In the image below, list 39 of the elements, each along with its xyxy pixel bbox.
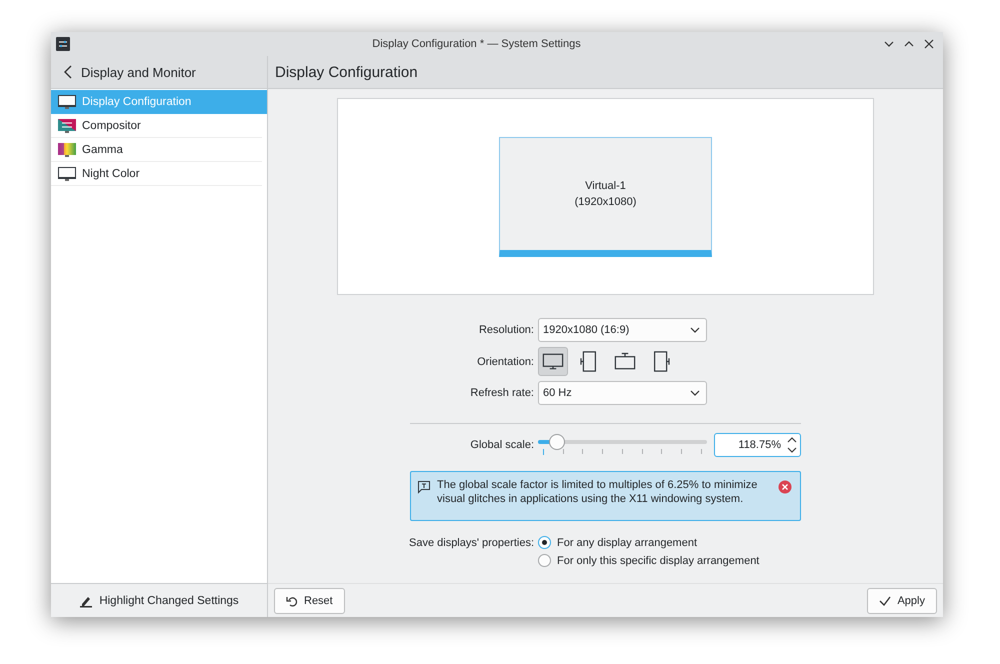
sidebar-item[interactable]: Compositor <box>51 114 262 138</box>
app-icon <box>56 37 70 51</box>
orientation-button[interactable] <box>538 347 568 376</box>
info-icon <box>417 480 431 494</box>
close-icon[interactable] <box>778 480 792 494</box>
page-title: Display Configuration <box>275 64 418 80</box>
caret-icon[interactable] <box>690 390 700 396</box>
radio-label[interactable]: For any display arrangement <box>557 536 698 548</box>
field-label: Refresh rate: <box>470 387 534 399</box>
scale-spinbox[interactable]: 118.75% <box>714 433 801 457</box>
monitor-icon <box>58 94 76 109</box>
undo-icon[interactable] <box>286 594 298 606</box>
message-text: The global scale factor is limited to multiples of 6.25% to minimize visual glitches in applications using the X11 windowing system. <box>437 478 758 506</box>
gamma-icon <box>58 142 76 157</box>
check-icon[interactable] <box>879 594 892 606</box>
dropdown[interactable]: 1920x1080 (16:9) <box>538 318 707 342</box>
field-label: Global scale: <box>470 439 534 451</box>
field-label: Orientation: <box>477 356 534 368</box>
field-label: Save displays' properties: <box>409 537 534 549</box>
back-icon[interactable] <box>63 65 73 79</box>
output-screen[interactable]: Virtual-1 (1920x1080) <box>499 136 712 256</box>
apply-button[interactable]: Apply <box>867 588 937 614</box>
monitor-icon <box>58 166 76 181</box>
close-icon[interactable] <box>923 38 935 50</box>
output-mode: (1920x1080) <box>574 196 636 208</box>
output-name: Virtual-1 <box>585 180 626 192</box>
reset-button[interactable]: Reset <box>274 588 345 614</box>
scale-slider[interactable] <box>538 433 707 457</box>
caret-icon[interactable] <box>690 327 700 333</box>
sidebar-item[interactable]: Night Color <box>51 162 262 186</box>
field-label: Resolution: <box>478 324 534 336</box>
radio-button[interactable] <box>538 536 551 549</box>
radio-label[interactable]: For only this specific display arrangement <box>557 554 760 566</box>
radio-button[interactable] <box>538 554 551 567</box>
window-title: Display Configuration * — System Settings <box>371 38 582 50</box>
stepper-icon[interactable] <box>787 436 797 454</box>
dropdown[interactable]: 60 Hz <box>538 381 707 405</box>
compositor-icon <box>58 118 76 133</box>
sidebar-item[interactable]: Gamma <box>51 138 262 162</box>
